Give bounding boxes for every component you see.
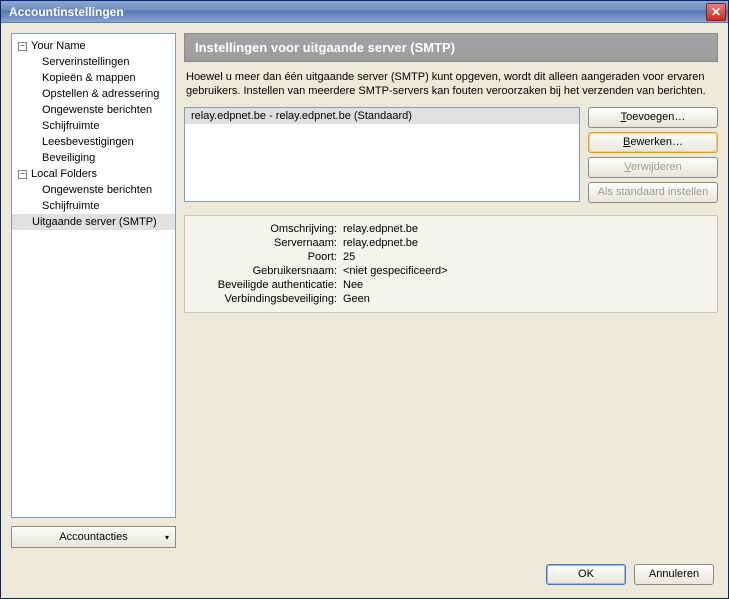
close-button[interactable]: ✕ <box>706 3 726 21</box>
tree-account-yourname[interactable]: − Your Name <box>12 38 175 54</box>
titlebar: Accountinstellingen ✕ <box>1 1 728 23</box>
remove-button: Verwijderen <box>588 157 718 178</box>
tree-item-ongewenst-2[interactable]: Ongewenste berichten <box>12 182 175 198</box>
tree-item-kopieen[interactable]: Kopieën & mappen <box>12 70 175 86</box>
minus-icon[interactable]: − <box>18 42 27 51</box>
account-tree[interactable]: − Your Name Serverinstellingen Kopieën &… <box>11 33 176 518</box>
detail-value-description: relay.edpnet.be <box>343 223 418 235</box>
tree-item-beveiliging[interactable]: Beveiliging <box>12 150 175 166</box>
detail-label-description: Omschrijving: <box>193 223 343 235</box>
tree-item-schijf-1[interactable]: Schijfruimte <box>12 118 175 134</box>
tree-item-schijf-2[interactable]: Schijfruimte <box>12 198 175 214</box>
close-icon: ✕ <box>711 5 721 19</box>
ok-button[interactable]: OK <box>546 564 626 585</box>
tree-account-label: Your Name <box>31 40 86 52</box>
tree-item-ongewenst-1[interactable]: Ongewenste berichten <box>12 102 175 118</box>
panel-title: Instellingen voor uitgaande server (SMTP… <box>184 33 718 62</box>
detail-label-port: Poort: <box>193 251 343 263</box>
detail-label-secureauth: Beveiligde authenticatie: <box>193 279 343 291</box>
detail-value-servername: relay.edpnet.be <box>343 237 418 249</box>
account-actions-label: Accountacties <box>59 531 127 543</box>
tree-item-leesbevestigingen[interactable]: Leesbevestigingen <box>12 134 175 150</box>
minus-icon[interactable]: − <box>18 170 27 179</box>
tree-account-localfolders[interactable]: − Local Folders <box>12 166 175 182</box>
detail-label-connsec: Verbindingsbeveiliging: <box>193 293 343 305</box>
detail-label-username: Gebruikersnaam: <box>193 265 343 277</box>
panel-description: Hoewel u meer dan één uitgaande server (… <box>184 62 718 107</box>
smtp-server-row[interactable]: relay.edpnet.be - relay.edpnet.be (Stand… <box>185 108 579 124</box>
edit-button[interactable]: Bewerken… <box>588 132 718 153</box>
window-title: Accountinstellingen <box>9 5 706 19</box>
detail-value-port: 25 <box>343 251 355 263</box>
detail-value-connsec: Geen <box>343 293 370 305</box>
detail-label-servername: Servernaam: <box>193 237 343 249</box>
tree-item-serverinstellingen[interactable]: Serverinstellingen <box>12 54 175 70</box>
add-button[interactable]: Toevoegen… <box>588 107 718 128</box>
tree-item-opstellen[interactable]: Opstellen & adressering <box>12 86 175 102</box>
smtp-details-panel: Omschrijving: relay.edpnet.be Servernaam… <box>184 215 718 313</box>
tree-item-smtp[interactable]: Uitgaande server (SMTP) <box>12 214 175 230</box>
account-actions-button[interactable]: Accountacties ▾ <box>11 526 176 548</box>
smtp-server-list[interactable]: relay.edpnet.be - relay.edpnet.be (Stand… <box>184 107 580 202</box>
tree-account-label: Local Folders <box>31 168 97 180</box>
detail-value-secureauth: Nee <box>343 279 363 291</box>
cancel-button[interactable]: Annuleren <box>634 564 714 585</box>
set-default-button: Als standaard instellen <box>588 182 718 203</box>
detail-value-username: <niet gespecificeerd> <box>343 265 448 277</box>
chevron-down-icon: ▾ <box>165 533 169 542</box>
